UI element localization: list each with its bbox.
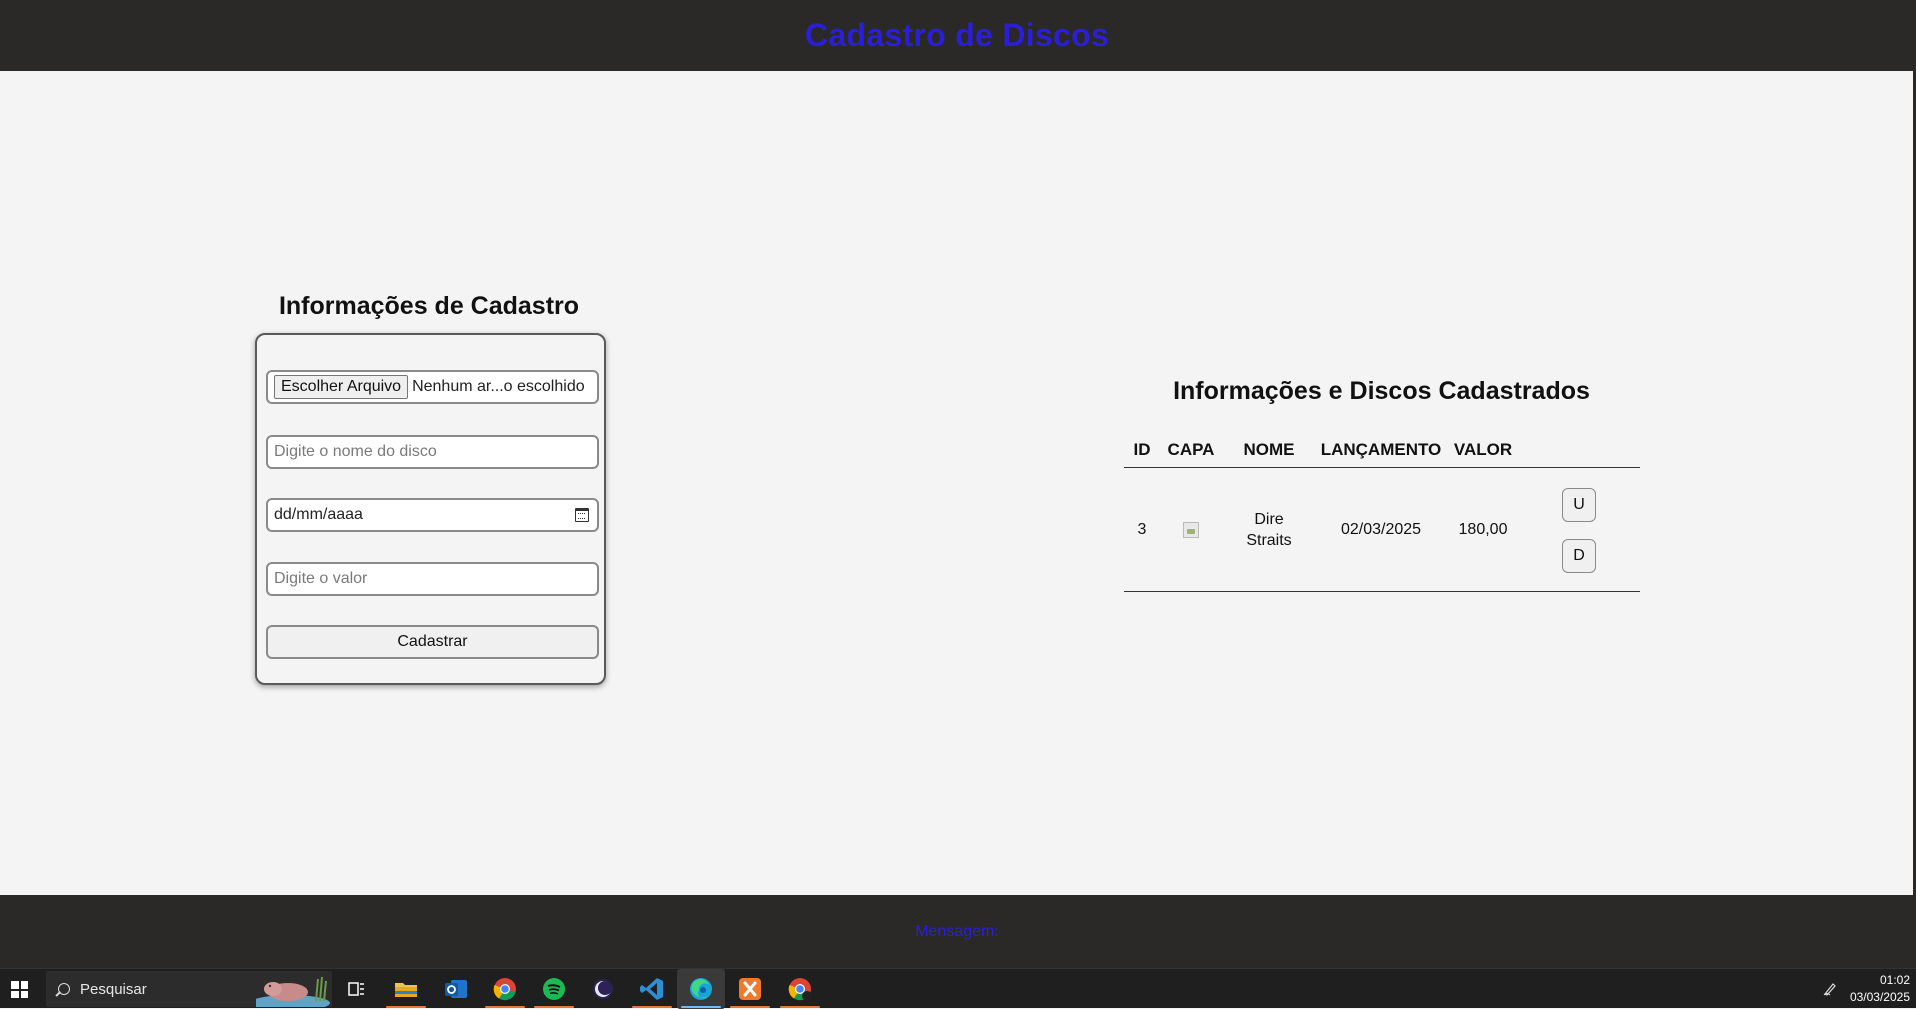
page-header: Cadastro de Discos	[0, 0, 1914, 71]
cell-cover	[1183, 522, 1199, 538]
disc-name-input[interactable]: Digite o nome do disco	[266, 435, 599, 469]
cell-id: 3	[1137, 521, 1147, 538]
search-icon	[58, 983, 70, 995]
file-input[interactable]: Escolher Arquivo Nenhum ar...o escolhido	[266, 370, 599, 404]
vscode-icon[interactable]	[638, 975, 666, 1003]
taskbar-clock[interactable]: 01:02 03/03/2025	[1850, 972, 1910, 1006]
column-header-value: VALOR	[1453, 440, 1513, 459]
update-button[interactable]: U	[1562, 488, 1596, 522]
file-status-text: Nenhum ar...o escolhido	[412, 378, 585, 395]
cell-name-line2: Straits	[1246, 532, 1292, 549]
table-title: Informações e Discos Cadastrados	[1173, 377, 1590, 405]
value-placeholder: Digite o valor	[274, 570, 368, 587]
page-title: Cadastro de Discos	[804, 17, 1110, 53]
choose-file-button[interactable]: Escolher Arquivo	[274, 375, 409, 399]
table-row: 3 Dire Straits 02/03/2025 180,00 U D	[1124, 468, 1640, 592]
taskbar-search-label: Pesquisar	[80, 980, 147, 998]
chrome-icon[interactable]	[491, 975, 519, 1003]
release-date-input[interactable]: dd/mm/aaaa	[266, 498, 599, 532]
eclipse-icon[interactable]	[589, 975, 617, 1003]
cell-name: Dire Straits	[1246, 509, 1291, 551]
column-header-id: ID	[1133, 440, 1151, 459]
cell-value: 180,00	[1458, 521, 1508, 538]
calendar-icon[interactable]	[575, 508, 589, 522]
message-label: Mensagem:	[915, 922, 999, 940]
windows-taskbar: Pesquisar 01:02 03/03/2025	[0, 968, 1916, 1009]
taskbar-search[interactable]: Pesquisar	[46, 971, 332, 1007]
cell-release: 02/03/2025	[1340, 521, 1422, 538]
table-header: ID CAPA NOME LANÇAMENTO VALOR	[1124, 436, 1640, 468]
xampp-icon[interactable]	[736, 975, 764, 1003]
file-explorer-icon[interactable]	[392, 975, 420, 1003]
clock-time: 01:02	[1879, 973, 1910, 987]
clock-date: 03/03/2025	[1849, 990, 1910, 1004]
form-title: Informações de Cadastro	[278, 292, 580, 320]
page-footer: Mensagem:	[0, 895, 1914, 968]
disc-name-placeholder: Digite o nome do disco	[274, 443, 437, 460]
task-view-icon[interactable]	[342, 975, 370, 1003]
edge-icon[interactable]	[687, 975, 715, 1003]
column-header-cover: CAPA	[1167, 440, 1215, 459]
chrome-alt-icon[interactable]	[786, 975, 814, 1003]
pen-icon[interactable]	[1822, 981, 1838, 997]
column-header-release: LANÇAMENTO	[1320, 440, 1442, 459]
value-input[interactable]: Digite o valor	[266, 562, 599, 596]
broken-image-icon	[1183, 522, 1199, 538]
release-date-placeholder: dd/mm/aaaa	[274, 506, 363, 523]
search-highlight-icon	[256, 976, 330, 1007]
windows-start-icon[interactable]	[11, 981, 28, 998]
column-header-name: NOME	[1243, 440, 1295, 459]
outlook-icon[interactable]	[442, 975, 470, 1003]
register-button[interactable]: Cadastrar	[266, 625, 599, 659]
delete-button[interactable]: D	[1562, 539, 1596, 573]
spotify-icon[interactable]	[540, 975, 568, 1003]
cell-name-line1: Dire	[1254, 511, 1284, 528]
registration-form: Escolher Arquivo Nenhum ar...o escolhido…	[255, 333, 606, 685]
